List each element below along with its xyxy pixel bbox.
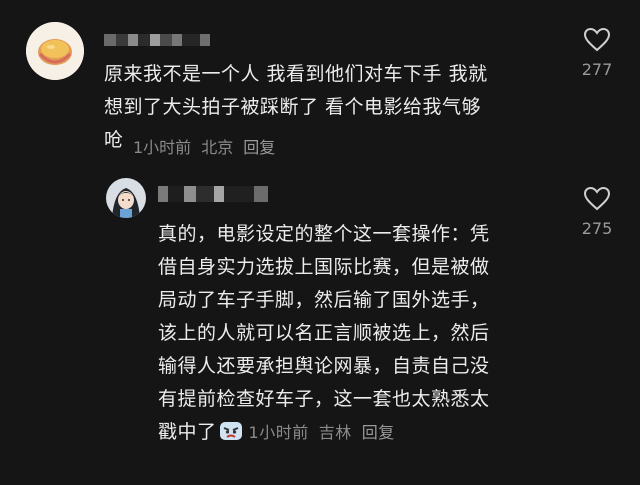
comment-time: 1小时前	[248, 423, 309, 442]
angry-face-emoji-icon	[219, 422, 242, 440]
comment-meta: 1小时前 北京 回复	[133, 134, 285, 158]
last-line: 戳中了 1小时前 吉林 回复	[158, 416, 558, 449]
like-count: 275	[581, 219, 613, 238]
username-redacted[interactable]	[104, 34, 210, 46]
comment-meta: 1小时前 吉林 回复	[249, 423, 405, 442]
anime-girl-avatar-icon	[106, 178, 146, 218]
user-avatar[interactable]	[106, 178, 146, 218]
heart-outline-icon	[583, 27, 611, 52]
comment-2: 真的，电影设定的整个这一套操作：凭 借自身实力选拔上国际比赛，但是被做 局动了车…	[0, 170, 640, 485]
comment-time: 1小时前	[133, 138, 192, 157]
like-button[interactable]: 277	[577, 27, 617, 79]
comment-1: 原来我不是一个人 我看到他们对车下手 我就 想到了大头拍子被踩断了 看个电影给我…	[0, 0, 640, 170]
reply-button[interactable]: 回复	[362, 423, 395, 442]
reply-button[interactable]: 回复	[243, 138, 275, 157]
username-redacted[interactable]	[158, 186, 268, 202]
like-count: 277	[581, 60, 613, 79]
comment-location: 北京	[201, 138, 234, 157]
comment-location: 吉林	[318, 423, 352, 442]
food-bowl-avatar-icon	[26, 22, 84, 80]
like-button[interactable]: 275	[577, 186, 617, 238]
user-avatar[interactable]	[26, 22, 84, 80]
heart-outline-icon	[583, 186, 611, 211]
comment-text: 真的，电影设定的整个这一套操作：凭 借自身实力选拔上国际比赛，但是被做 局动了车…	[158, 218, 558, 449]
